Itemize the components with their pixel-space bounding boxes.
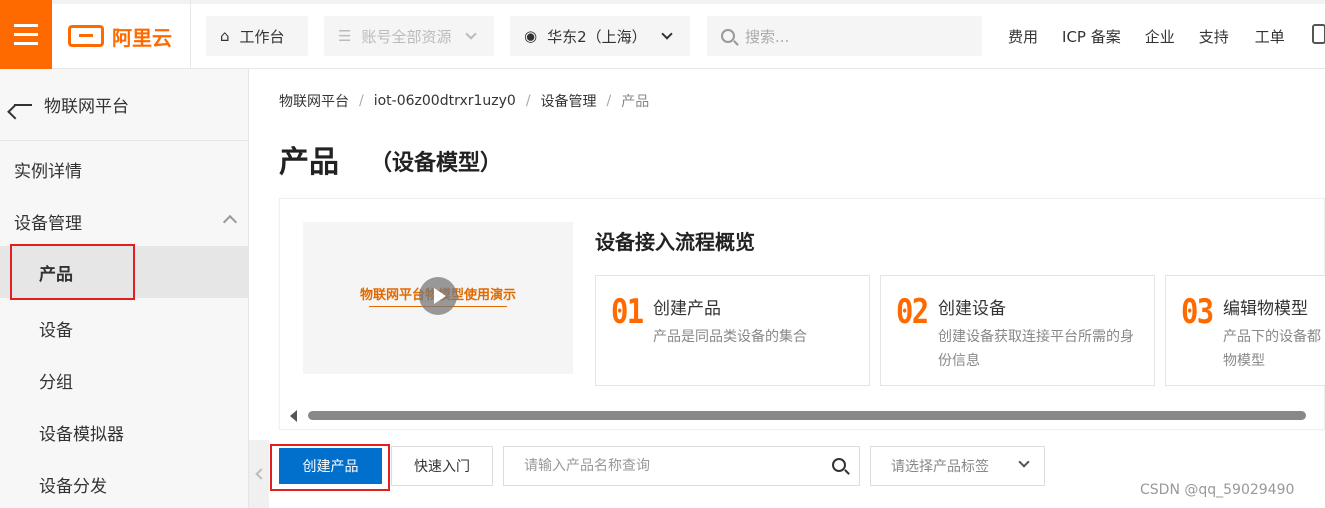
step-card-create-device: 02 创建设备 创建设备获取连接平台所需的身份信息 — [880, 275, 1155, 386]
global-search[interactable]: 搜索... — [707, 16, 982, 56]
sidebar-item-label: 分组 — [39, 372, 73, 393]
breadcrumb: 物联网平台 / iot-06z00dtrxr1uzy0 / 设备管理 / 产品 — [279, 91, 649, 111]
sidebar-item-label: 设备模拟器 — [39, 424, 124, 445]
video-thumbnail[interactable]: 物联网平台物模型使用演示 — [303, 222, 573, 374]
sidebar-back-label: 物联网平台 — [44, 97, 129, 117]
page-title: 产品 — [279, 145, 339, 180]
account-resources-dropdown[interactable]: ☰ 账号全部资源 — [324, 16, 494, 56]
link-billing[interactable]: 费用 — [1008, 26, 1038, 47]
region-label: 华东2（上海） — [547, 27, 647, 46]
step-title[interactable]: 创建设备 — [938, 294, 1006, 319]
horizontal-scrollbar[interactable] — [290, 406, 1325, 424]
region-dropdown[interactable]: ◉ 华东2（上海） — [510, 16, 690, 56]
step-description: 产品是同品类设备的集合 — [653, 329, 807, 345]
sidebar-item-label: 产品 — [39, 264, 73, 285]
product-search-input[interactable] — [503, 446, 860, 486]
step-card-edit-thing-model: 03 编辑物模型 产品下的设备都物模型 — [1165, 275, 1325, 386]
logo-text: 阿里云 — [112, 25, 172, 50]
overview-title: 设备接入流程概览 — [595, 230, 755, 254]
quickstart-button[interactable]: 快速入门 — [391, 446, 493, 486]
breadcrumb-item[interactable]: 设备管理 — [541, 91, 597, 111]
sidebar-item-device-distribution[interactable]: 设备分发 — [0, 458, 249, 508]
chevron-left-icon — [255, 468, 267, 480]
create-product-button[interactable]: 创建产品 — [279, 448, 382, 484]
location-pin-icon: ◉ — [524, 27, 538, 45]
page-subtitle: （设备模型） — [370, 151, 503, 176]
tag-select-placeholder: 请选择产品标签 — [891, 459, 989, 475]
step-number: 01 — [611, 292, 644, 332]
top-navbar: 阿里云 ⌂ 工作台 ☰ 账号全部资源 ◉ 华东2（上海） 搜索... 费用 IC… — [0, 0, 1325, 69]
chevron-up-icon — [222, 214, 238, 230]
search-icon — [721, 29, 735, 43]
sidebar-item-label: 设备管理 — [14, 213, 82, 234]
home-icon: ⌂ — [220, 27, 230, 45]
scrollbar-thumb[interactable] — [308, 411, 1306, 420]
top-stripe — [0, 0, 1325, 4]
scroll-left-icon[interactable] — [290, 410, 297, 422]
watermark: CSDN @qq_59029490 — [1140, 482, 1295, 498]
chevron-down-icon — [465, 28, 478, 40]
step-card-create-product: 01 创建产品 产品是同品类设备的集合 — [595, 275, 870, 386]
breadcrumb-separator: / — [606, 93, 612, 109]
sidebar-item-label: 实例详情 — [14, 161, 82, 182]
step-title[interactable]: 编辑物模型 — [1223, 294, 1308, 319]
account-resources-label: 账号全部资源 — [361, 27, 452, 46]
menu-icon[interactable] — [0, 0, 52, 69]
aliyun-logo[interactable]: 阿里云 — [68, 22, 172, 50]
sidebar-collapse-handle[interactable] — [249, 440, 269, 508]
sidebar: 物联网平台 实例详情 设备管理 产品 设备 分组 设备模拟器 设备分发 — [0, 69, 249, 508]
aliyun-logo-icon — [68, 25, 104, 47]
sidebar-item-label: 设备 — [39, 320, 73, 341]
step-description: 产品下的设备都物模型 — [1223, 329, 1321, 369]
product-tag-select[interactable]: 请选择产品标签 — [870, 446, 1045, 486]
database-icon: ☰ — [338, 27, 352, 45]
step-number: 03 — [1181, 292, 1214, 332]
link-support[interactable]: 支持 — [1199, 26, 1229, 47]
step-title[interactable]: 创建产品 — [653, 294, 721, 319]
sidebar-item-instance-details[interactable]: 实例详情 — [0, 143, 249, 195]
link-icp[interactable]: ICP 备案 — [1062, 26, 1121, 47]
sidebar-back-button[interactable]: 物联网平台 — [0, 69, 249, 141]
top-links: 费用 ICP 备案 企业 支持 工单 — [1008, 26, 1295, 47]
breadcrumb-item[interactable]: iot-06z00dtrxr1uzy0 — [374, 93, 516, 109]
step-description: 创建设备获取连接平台所需的身份信息 — [938, 329, 1134, 369]
link-ticket[interactable]: 工单 — [1255, 26, 1285, 47]
sidebar-item-device-management[interactable]: 设备管理 — [0, 195, 249, 247]
global-search-placeholder: 搜索... — [745, 27, 790, 46]
workbench-button[interactable]: ⌂ 工作台 — [206, 16, 308, 56]
sidebar-item-device-simulator[interactable]: 设备模拟器 — [0, 406, 249, 458]
link-enterprise[interactable]: 企业 — [1145, 26, 1175, 47]
play-icon[interactable] — [419, 277, 457, 315]
arrow-left-icon — [14, 103, 32, 106]
divider — [190, 0, 191, 69]
breadcrumb-separator: / — [525, 93, 531, 109]
sidebar-item-groups[interactable]: 分组 — [0, 354, 249, 406]
workbench-label: 工作台 — [239, 27, 285, 46]
breadcrumb-current: 产品 — [621, 94, 650, 110]
step-number: 02 — [896, 292, 929, 332]
search-icon[interactable] — [832, 458, 846, 472]
breadcrumb-item[interactable]: 物联网平台 — [279, 91, 349, 111]
sidebar-item-label: 设备分发 — [39, 476, 107, 497]
sidebar-item-products[interactable]: 产品 — [0, 246, 249, 298]
chevron-down-icon — [1018, 456, 1030, 468]
sidebar-item-devices[interactable]: 设备 — [0, 302, 249, 354]
chevron-down-icon — [660, 28, 673, 40]
breadcrumb-separator: / — [359, 93, 364, 109]
cart-icon[interactable] — [1312, 24, 1325, 44]
